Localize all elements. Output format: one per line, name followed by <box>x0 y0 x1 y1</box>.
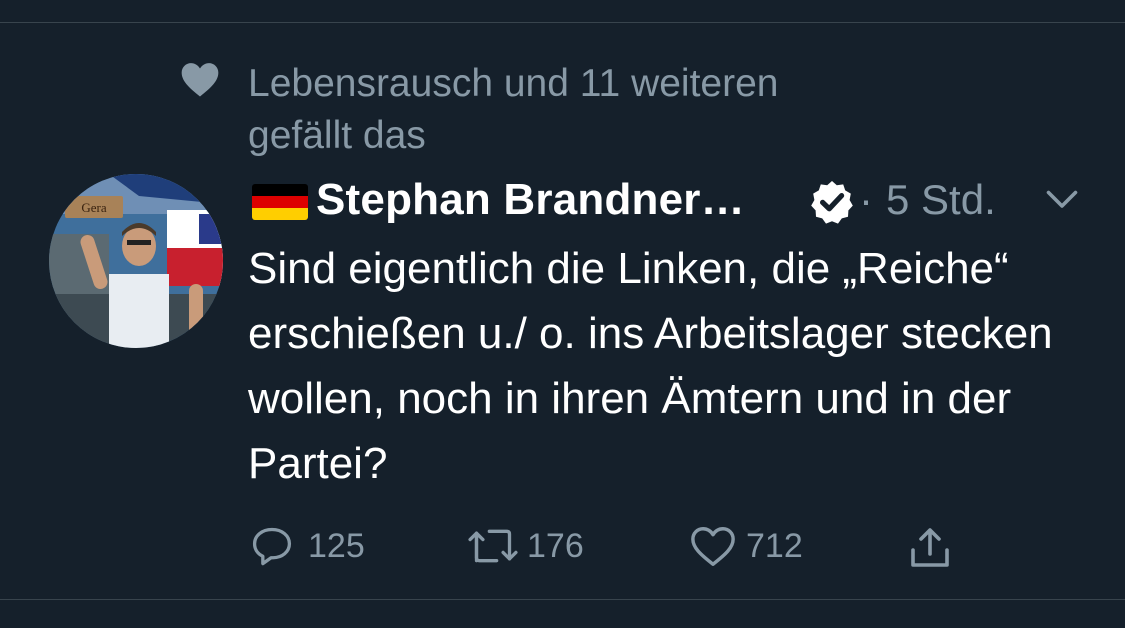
german-flag-icon <box>252 184 308 220</box>
heart-icon <box>181 63 219 97</box>
timestamp[interactable]: 5 Std. <box>886 172 996 228</box>
social-context-text: Lebensrausch und 11 weiteren gefällt das <box>248 62 779 157</box>
like-count: 712 <box>746 527 803 565</box>
reply-button[interactable]: 125 <box>248 520 378 572</box>
retweet-count: 176 <box>527 527 584 565</box>
author-name[interactable]: Stephan Brandner… <box>316 172 745 228</box>
chevron-down-icon[interactable] <box>1044 186 1080 214</box>
tweet-header: Stephan Brandner… · 5 Std. <box>248 172 1108 228</box>
header-separator: · <box>859 176 873 223</box>
top-divider <box>0 22 1125 23</box>
reply-icon <box>252 527 292 566</box>
bottom-divider <box>0 599 1125 600</box>
reply-count: 125 <box>308 527 365 565</box>
retweet-button[interactable]: 176 <box>463 520 593 572</box>
share-icon <box>911 528 949 567</box>
tweet-text: Sind eigentlich die Linken, die „Reiche“… <box>248 244 1053 488</box>
avatar-sign-text: Gera <box>81 200 106 215</box>
like-heart-icon <box>691 527 735 566</box>
share-button[interactable] <box>904 520 960 572</box>
like-button[interactable]: 712 <box>688 520 818 572</box>
verified-badge-icon <box>811 181 853 224</box>
avatar[interactable]: Gera <box>49 174 223 348</box>
retweet-icon <box>468 529 518 563</box>
tweet-actions: 125 176 712 <box>248 520 1008 572</box>
